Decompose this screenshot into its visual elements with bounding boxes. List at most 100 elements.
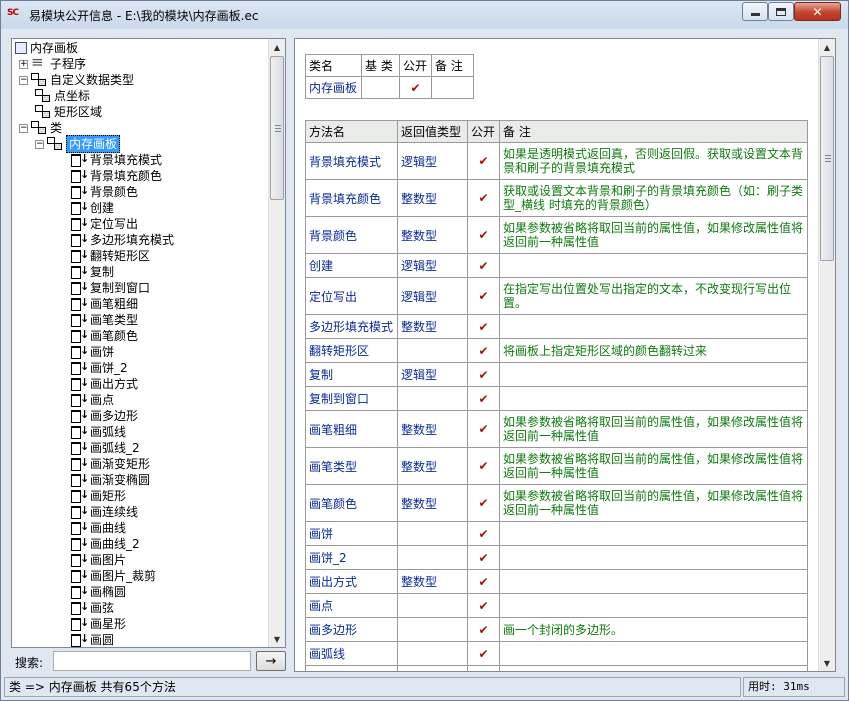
tree-item[interactable]: 画笔粗细 — [71, 295, 138, 312]
tree-item[interactable]: 画图片 — [71, 551, 126, 568]
collapse-icon[interactable]: − — [19, 123, 28, 133]
tree-item[interactable]: − 内存画板 — [35, 135, 121, 153]
scroll-up-icon[interactable]: ▲ — [269, 39, 285, 55]
table-row[interactable]: 创建 逻辑型 ✔ — [305, 253, 808, 278]
table-row[interactable]: 画饼_2 ✔ — [305, 545, 808, 570]
tree-root[interactable]: 内存画板 — [15, 40, 78, 56]
tree-item[interactable]: 多边形填充模式 — [71, 231, 174, 248]
maximize-button[interactable] — [768, 2, 794, 21]
table-row[interactable]: 背景颜色 整数型 ✔ 如果参数被省略将取回当前的属性值，如果修改属性值将返回前一种属性… — [305, 216, 808, 254]
method-icon — [71, 487, 89, 503]
table-row[interactable]: 画饼 ✔ — [305, 521, 808, 546]
method-name-cell: 画饼 — [305, 521, 398, 546]
tree-item[interactable]: 画星形 — [71, 615, 126, 632]
tree-item-label: 画渐变矩形 — [90, 457, 151, 471]
method-note-cell — [499, 569, 808, 594]
method-icon — [71, 375, 89, 391]
tree-item[interactable]: 画笔类型 — [71, 311, 138, 328]
scroll-up-icon[interactable]: ▲ — [819, 39, 835, 55]
tree-item[interactable]: 画连续线 — [71, 503, 138, 520]
tree-item[interactable]: 画渐变椭圆 — [71, 471, 150, 488]
table-row[interactable]: 背景填充颜色 整数型 ✔ 获取或设置文本背景和刷子的背景填充颜色（如：刷子类型_横线 … — [305, 179, 808, 217]
tree-item[interactable]: − 类 — [19, 120, 62, 136]
method-note-cell — [499, 253, 808, 278]
tree-item[interactable]: 画弧线_2 — [71, 439, 140, 456]
method-icon — [71, 471, 89, 487]
subroutine-icon — [31, 54, 47, 71]
tree-item[interactable]: 画弧线 — [71, 423, 126, 440]
method-icon — [71, 407, 89, 423]
tree-item[interactable]: 画渐变矩形 — [71, 455, 151, 472]
details-panel[interactable]: 类名 基 类 公开 备 注 内存画板 ✔ 方法名 返回值类型 公开 备 注 背景… — [294, 38, 836, 672]
table-row[interactable]: 画笔颜色 整数型 ✔ 如果参数被省略将取回当前的属性值，如果修改属性值将返回前一种属性… — [305, 484, 808, 522]
tree-item[interactable]: 画曲线_2 — [71, 535, 140, 552]
tree-scrollbar[interactable]: ▲ ▼ — [268, 39, 285, 647]
module-tree[interactable]: 内存画板 +子程序−自定义数据类型点坐标矩形区域−类−内存画板背景填充模式背景填… — [11, 38, 286, 648]
method-rows: 背景填充模式 逻辑型 ✔ 如果是透明模式返回真，否则返回假。获取或设置文本背景和刷子的… — [305, 142, 808, 671]
scroll-thumb[interactable] — [270, 56, 284, 200]
tree-item[interactable]: 画饼 — [71, 343, 114, 360]
tree-item[interactable]: 背景颜色 — [71, 183, 138, 200]
close-button[interactable]: ✕ — [794, 2, 841, 21]
tree-item[interactable]: 画笔颜色 — [71, 327, 139, 344]
check-icon: ✔ — [467, 545, 500, 570]
tree-item-label: 画笔颜色 — [90, 329, 139, 343]
table-row[interactable]: 复制 逻辑型 ✔ — [305, 362, 808, 387]
tree-item[interactable]: 画椭圆 — [71, 583, 126, 600]
method-note-cell — [499, 641, 808, 666]
details-scrollbar[interactable]: ▲ ▼ — [818, 39, 835, 671]
table-row[interactable]: 画笔类型 整数型 ✔ 如果参数被省略将取回当前的属性值，如果修改属性值将返回前一种属性… — [305, 447, 808, 485]
tree-item[interactable]: 画弦 — [71, 599, 114, 616]
tree-item[interactable]: 定位写出 — [71, 215, 138, 232]
tree-item[interactable]: 创建 — [71, 199, 114, 216]
table-row[interactable]: 画弧线_2 ✔ — [305, 665, 808, 671]
tree-item-label: 画曲线_2 — [90, 537, 140, 551]
check-icon: ✔ — [467, 362, 500, 387]
tree-item[interactable]: 画圆 — [71, 631, 114, 647]
table-row[interactable]: 多边形填充模式 整数型 ✔ — [305, 314, 808, 339]
tree-item[interactable]: 背景填充颜色 — [71, 167, 162, 184]
tree-item[interactable]: 画饼_2 — [71, 359, 128, 376]
scroll-down-icon[interactable]: ▼ — [269, 631, 285, 647]
tree-item[interactable]: − 自定义数据类型 — [19, 72, 134, 88]
table-row[interactable]: 翻转矩形区 ✔ 将画板上指定矩形区域的颜色翻转过来 — [305, 338, 808, 363]
tree-item[interactable]: + 子程序 — [19, 54, 86, 72]
table-row[interactable]: 定位写出 逻辑型 ✔ 在指定写出位置处写出指定的文本，不改变现行写出位置。 — [305, 277, 808, 315]
method-icon — [71, 423, 89, 439]
table-row[interactable]: 画笔粗细 整数型 ✔ 如果参数被省略将取回当前的属性值，如果修改属性值将返回前一种属性… — [305, 410, 808, 448]
scroll-thumb[interactable] — [820, 56, 834, 261]
tree-item[interactable]: 背景填充模式 — [71, 151, 162, 168]
search-input[interactable] — [53, 651, 251, 671]
tree-item[interactable]: 画出方式 — [71, 375, 138, 392]
table-row[interactable]: 画多边形 ✔ 画一个封闭的多边形。 — [305, 617, 808, 642]
tree-item[interactable]: 画点 — [71, 391, 114, 408]
tree-item[interactable]: 画曲线 — [71, 519, 127, 536]
collapse-icon[interactable]: − — [35, 139, 44, 149]
tree-item[interactable]: 复制 — [71, 263, 114, 280]
table-row[interactable]: 背景填充模式 逻辑型 ✔ 如果是透明模式返回真，否则返回假。获取或设置文本背景和刷子的… — [305, 142, 808, 180]
tree-item[interactable]: 画矩形 — [71, 487, 126, 504]
tree-item[interactable]: 翻转矩形区 — [71, 247, 150, 264]
table-row[interactable]: 画点 ✔ — [305, 593, 808, 618]
tree-item[interactable]: 复制到窗口 — [71, 279, 150, 296]
tree-item[interactable]: 矩形区域 — [35, 104, 102, 120]
table-row[interactable]: 复制到窗口 ✔ — [305, 386, 808, 411]
table-row[interactable]: 画弧线 ✔ — [305, 641, 808, 666]
search-go-button[interactable]: → — [256, 651, 286, 671]
check-icon: ✔ — [467, 641, 500, 666]
status-text: 类 => 内存画板 共有65个方法 — [4, 677, 741, 697]
tree-item[interactable]: 画图片_裁剪 — [71, 567, 156, 584]
check-icon: ✔ — [467, 216, 500, 254]
return-type-cell: 逻辑型 — [397, 253, 468, 278]
table-row[interactable]: 画出方式 整数型 ✔ — [305, 569, 808, 594]
check-icon: ✔ — [467, 338, 500, 363]
minimize-button[interactable] — [742, 2, 768, 21]
return-type-cell — [397, 545, 468, 570]
tree-item-label: 点坐标 — [54, 89, 91, 103]
expand-icon[interactable]: + — [19, 59, 28, 69]
scroll-down-icon[interactable]: ▼ — [819, 655, 835, 671]
tree-item[interactable]: 画多边形 — [71, 407, 138, 424]
tree-item-label: 画曲线 — [90, 521, 127, 535]
collapse-icon[interactable]: − — [19, 75, 28, 85]
tree-item[interactable]: 点坐标 — [35, 88, 90, 104]
